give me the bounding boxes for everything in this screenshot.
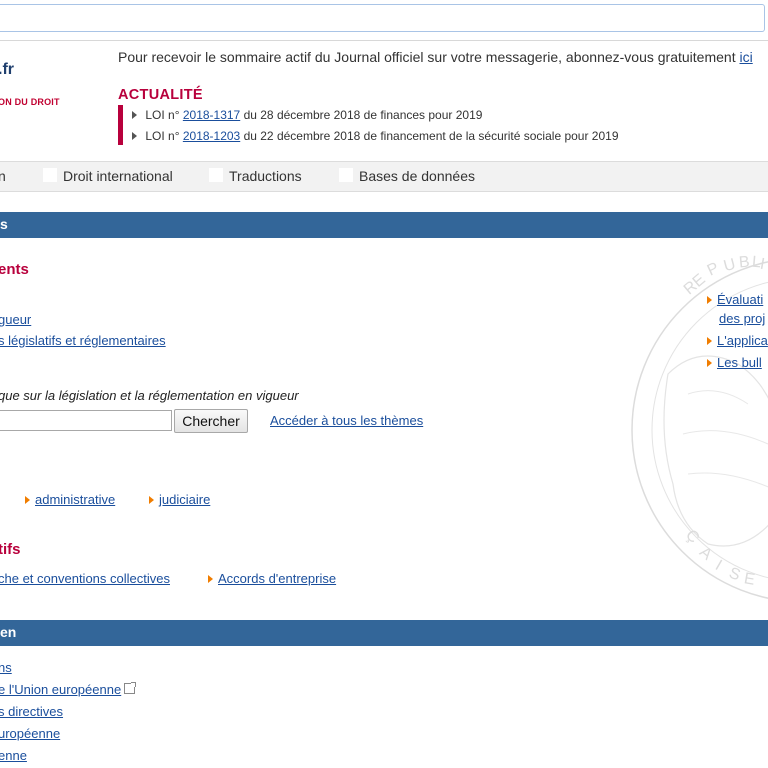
link-textes-legislatifs[interactable]: s législatifs et réglementaires <box>0 333 166 348</box>
link-administrative[interactable]: administrative <box>35 492 115 507</box>
search-input[interactable] <box>0 410 172 431</box>
nav-item-partial[interactable]: n <box>0 168 6 184</box>
link-en-vigueur[interactable]: gueur <box>0 312 31 327</box>
site-logo-suffix[interactable]: .fr <box>0 61 14 79</box>
search-button[interactable]: Chercher <box>174 409 248 433</box>
section-bar-title: s <box>0 216 8 232</box>
link-judiciaire[interactable]: judiciaire <box>159 492 210 507</box>
right-item-evaluation: Évaluati <box>707 292 763 307</box>
bullet-arrow-icon <box>707 337 712 345</box>
external-link-icon <box>124 682 137 694</box>
actualite-prefix: LOI n° <box>145 129 180 143</box>
section-bar-textes: s <box>0 212 768 238</box>
nav-item-bases-de-donnees[interactable]: Bases de données <box>359 168 475 184</box>
link-eu-5[interactable]: enne <box>0 748 27 763</box>
actualite-item: LOI n° 2018-1203 du 22 décembre 2018 de … <box>132 129 619 143</box>
actualite-law-link[interactable]: 2018-1317 <box>183 108 240 122</box>
bullet-arrow-icon <box>132 132 137 140</box>
jurisprudence-judiciaire-item: judiciaire <box>149 492 210 507</box>
link-eu-europeenne[interactable]: uropéenne <box>0 726 60 741</box>
actualite-accent-bar <box>118 105 123 145</box>
documents-heading: ents <box>0 261 29 278</box>
top-search-bar <box>0 0 768 36</box>
link-projets[interactable]: des proj <box>719 311 765 326</box>
bullet-arrow-icon <box>707 296 712 304</box>
top-divider <box>0 40 768 41</box>
actualite-title: ACTUALITÉ <box>118 87 203 103</box>
link-bulletins[interactable]: Les bull <box>717 355 762 370</box>
link-conventions-collectives[interactable]: che et conventions collectives <box>0 571 170 586</box>
link-eu-1[interactable]: ns <box>0 660 12 675</box>
subscribe-link[interactable]: ici <box>739 49 752 65</box>
bullet-arrow-icon <box>149 496 154 504</box>
actualite-law-link[interactable]: 2018-1203 <box>183 129 240 143</box>
link-evaluation[interactable]: Évaluati <box>717 292 763 307</box>
section-bar-europeen: en <box>0 620 768 646</box>
link-eu-union-europeenne[interactable]: e l'Union européenne <box>0 682 121 697</box>
eu-external-item: e l'Union européenne <box>0 682 137 697</box>
actualite-description: du 22 décembre 2018 de financement de la… <box>243 129 619 143</box>
site-logo-subtitle: ON DU DROIT <box>0 97 60 107</box>
search-label: que sur la législation et la réglementat… <box>0 388 299 403</box>
accords-item: Accords d'entreprise <box>208 571 336 586</box>
bullet-arrow-icon <box>208 575 213 583</box>
actualite-prefix: LOI n° <box>145 108 180 122</box>
subscribe-label: Pour recevoir le sommaire actif du Journ… <box>118 49 736 65</box>
all-themes-link[interactable]: Accéder à tous les thèmes <box>270 413 423 428</box>
bullet-arrow-icon <box>25 496 30 504</box>
nav-square-icon <box>43 168 57 182</box>
actualite-description: du 28 décembre 2018 de finances pour 201… <box>243 108 483 122</box>
main-navigation: n Droit international Traductions Bases … <box>0 161 768 192</box>
nav-square-icon <box>209 168 223 182</box>
seal-letter: B <box>738 253 751 272</box>
conventions-heading: tifs <box>0 541 21 558</box>
top-input-field[interactable] <box>0 4 765 32</box>
link-accords-entreprise[interactable]: Accords d'entreprise <box>218 571 336 586</box>
nav-item-traductions[interactable]: Traductions <box>229 168 302 184</box>
bullet-arrow-icon <box>707 359 712 367</box>
nav-square-icon <box>339 168 353 182</box>
right-item-application: L'applica <box>707 333 768 348</box>
link-eu-directives[interactable]: s directives <box>0 704 63 719</box>
actualite-item: LOI n° 2018-1317 du 28 décembre 2018 de … <box>132 108 482 122</box>
nav-item-droit-international[interactable]: Droit international <box>63 168 173 184</box>
section-bar-title: en <box>0 624 17 640</box>
subscribe-text: Pour recevoir le sommaire actif du Journ… <box>118 49 753 65</box>
bullet-arrow-icon <box>132 111 137 119</box>
link-application[interactable]: L'applica <box>717 333 768 348</box>
jurisprudence-admin-item: administrative <box>25 492 115 507</box>
right-item-bulletins: Les bull <box>707 355 762 370</box>
